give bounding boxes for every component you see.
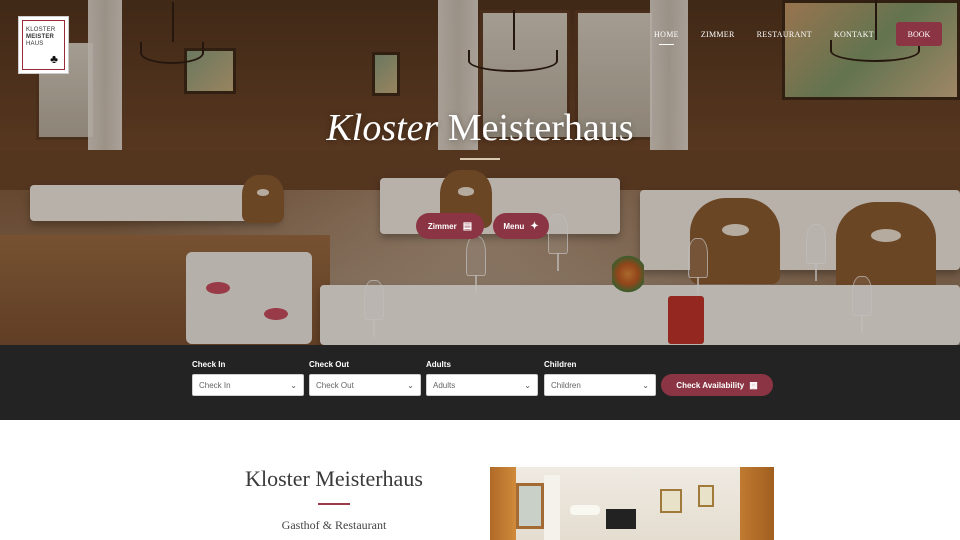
wooden-door	[490, 467, 516, 540]
menu-button-label: Menu	[503, 221, 525, 231]
check-out-placeholder: Check Out	[316, 380, 354, 390]
room-photo	[490, 467, 774, 540]
logo-text-line3: HAUS	[26, 41, 44, 47]
wooden-door-right	[740, 467, 774, 540]
nav-item-kontakt[interactable]: KONTAKT	[834, 30, 874, 45]
hero-title-italic: Kloster	[326, 107, 439, 149]
room-window	[516, 483, 544, 529]
room-curtain	[544, 475, 560, 540]
intro-title: Kloster Meisterhaus	[245, 466, 423, 491]
children-label: Children	[544, 360, 577, 369]
check-out-label: Check Out	[309, 360, 350, 369]
room-picture-1	[660, 489, 682, 513]
adults-label: Adults	[426, 360, 451, 369]
menu-button[interactable]: Menu ✦	[493, 213, 549, 239]
check-in-label: Check In	[192, 360, 226, 369]
chevron-down-icon: ⌄	[524, 380, 531, 390]
nav-item-restaurant[interactable]: RESTAURANT	[757, 30, 812, 45]
chevron-down-icon: ⌄	[642, 380, 649, 390]
hero-section: KLOSTER MEISTER HAUS ♣ HOME ZIMMER RESTA…	[0, 0, 960, 345]
logo-text-line2: MEISTER	[26, 34, 55, 40]
nav-item-home[interactable]: HOME	[654, 30, 679, 45]
zimmer-button[interactable]: Zimmer ▤	[416, 213, 484, 239]
hero-overlay	[0, 0, 960, 345]
intro-subtitle: Gasthof & Restaurant	[281, 518, 387, 532]
utensils-icon: ✦	[530, 220, 539, 232]
bed-icon: ▤	[462, 220, 473, 232]
check-out-field: Check Out Check Out ⌄	[309, 360, 421, 396]
zimmer-button-label: Zimmer	[427, 221, 457, 231]
logo-emblem-icon: ♣	[50, 52, 58, 66]
main-nav: HOME ZIMMER RESTAURANT KONTAKT BOOK	[654, 22, 942, 46]
check-in-select[interactable]: Check In ⌄	[192, 374, 304, 396]
room-tv	[606, 509, 636, 529]
calendar-icon: ▦	[749, 379, 758, 390]
room-picture-2	[698, 485, 714, 507]
check-availability-label: Check Availability	[676, 380, 745, 390]
book-button[interactable]: BOOK	[896, 22, 942, 46]
room-lamp	[570, 505, 600, 515]
chevron-down-icon: ⌄	[407, 380, 414, 390]
children-placeholder: Children	[551, 380, 581, 390]
hero-divider	[460, 158, 500, 160]
site-logo[interactable]: KLOSTER MEISTER HAUS ♣	[18, 16, 69, 74]
check-in-placeholder: Check In	[199, 380, 231, 390]
hero-title-regular: Meisterhaus	[447, 107, 634, 149]
hero-title: Kloster Meisterhaus	[0, 106, 960, 150]
check-availability-button[interactable]: Check Availability ▦	[661, 374, 773, 396]
nav-item-zimmer[interactable]: ZIMMER	[701, 30, 735, 45]
intro-divider	[318, 503, 350, 505]
check-out-select[interactable]: Check Out ⌄	[309, 374, 421, 396]
booking-bar: Check In Check In ⌄ Check Out Check Out …	[0, 345, 960, 420]
chevron-down-icon: ⌄	[290, 380, 297, 390]
check-in-field: Check In Check In ⌄	[192, 360, 304, 396]
logo-text-line1: KLOSTER	[26, 27, 56, 33]
children-field: Children Children ⌄	[544, 360, 656, 396]
children-select[interactable]: Children ⌄	[544, 374, 656, 396]
adults-field: Adults Adults ⌄	[426, 360, 538, 396]
logo-frame: KLOSTER MEISTER HAUS ♣	[22, 20, 65, 70]
adults-placeholder: Adults	[433, 380, 456, 390]
adults-select[interactable]: Adults ⌄	[426, 374, 538, 396]
